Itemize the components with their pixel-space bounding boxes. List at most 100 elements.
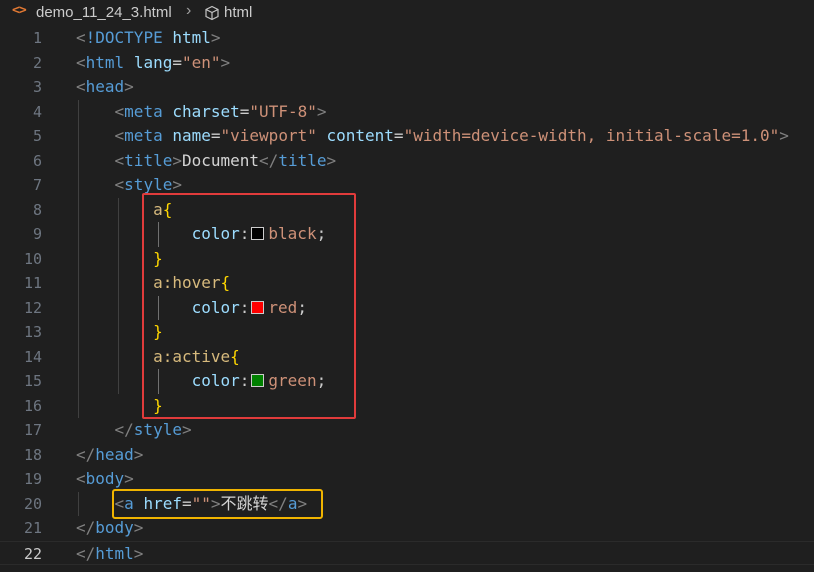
code-token: <: [76, 469, 86, 488]
code-token: lang: [133, 52, 173, 72]
code-token: name: [172, 126, 211, 145]
line-number: 15: [23, 372, 42, 390]
code-text: <meta name="viewport" content="width=dev…: [76, 124, 789, 149]
code-line[interactable]: 10 }: [0, 247, 814, 272]
code-token: html: [95, 543, 134, 563]
line-number: 17: [23, 421, 42, 439]
breadcrumb-file[interactable]: demo_11_24_3.html: [36, 4, 172, 21]
indent-guide: [78, 99, 79, 418]
code-token: meta: [124, 101, 163, 121]
code-text: <title>Document</title>: [76, 149, 337, 174]
line-number: 21: [23, 519, 42, 537]
code-line[interactable]: 9 color: black;: [0, 222, 814, 247]
code-token: title: [124, 150, 173, 170]
code-token: style: [133, 420, 182, 439]
code-text: <html lang="en">: [76, 51, 230, 76]
code-text: </head>: [76, 443, 143, 468]
code-line[interactable]: 21 </body>: [0, 516, 814, 541]
code-token: "viewport": [220, 126, 317, 145]
code-token: <: [76, 28, 86, 47]
code-token: >: [326, 150, 337, 170]
line-number: 2: [32, 53, 42, 72]
code-line[interactable]: 18 </head>: [0, 443, 814, 468]
code-line[interactable]: 4 <meta charset="UTF-8">: [0, 100, 814, 125]
code-line[interactable]: 2 <html lang="en">: [0, 51, 814, 76]
code-token: "en": [181, 52, 221, 72]
code-line[interactable]: 14 a:active{: [0, 345, 814, 370]
indent-guide: [118, 197, 119, 394]
code-token: </: [76, 518, 96, 537]
line-number: 18: [23, 445, 42, 464]
code-token: body: [95, 518, 134, 537]
code-token: </: [114, 420, 134, 439]
code-token: style: [124, 175, 173, 194]
code-line[interactable]: 3 <head>: [0, 75, 814, 100]
code-token: =: [210, 126, 221, 145]
code-line[interactable]: 11 a:hover{: [0, 271, 814, 296]
indent-guide: [78, 491, 79, 516]
code-line[interactable]: 8 a{: [0, 198, 814, 223]
code-token: =: [239, 101, 250, 121]
breadcrumb-element[interactable]: html: [224, 4, 252, 21]
code-line[interactable]: 1 <!DOCTYPE html>: [0, 26, 814, 51]
code-line[interactable]: 12 color: red;: [0, 296, 814, 321]
code-text: <head>: [76, 75, 134, 100]
code-token: >: [133, 518, 144, 537]
code-token: <: [76, 77, 86, 96]
code-line[interactable]: 6 <title>Document</title>: [0, 149, 814, 174]
code-token: <: [114, 150, 125, 170]
line-number: 6: [32, 151, 42, 170]
code-text: <!DOCTYPE html>: [76, 26, 221, 51]
code-line[interactable]: 5 <meta name="viewport" content="width=d…: [0, 124, 814, 149]
code-token: html: [172, 28, 211, 47]
code-text: <meta charset="UTF-8">: [76, 100, 327, 125]
line-number: 11: [23, 274, 42, 292]
code-text: </html>: [76, 542, 143, 567]
line-number: 8: [32, 200, 42, 219]
html-file-icon: <>: [12, 3, 27, 18]
code-token: >: [779, 126, 789, 145]
code-line[interactable]: 19 <body>: [0, 467, 814, 492]
code-token: body: [85, 469, 125, 488]
code-token: >: [220, 52, 231, 72]
line-number: 14: [23, 347, 42, 366]
breadcrumb: <> demo_11_24_3.html › html: [0, 0, 814, 26]
line-number: 5: [32, 127, 42, 145]
code-token: content: [326, 126, 394, 145]
code-token: charset: [172, 101, 240, 121]
line-number: 16: [23, 396, 42, 415]
line-number: 7: [32, 176, 42, 194]
code-token: meta: [124, 126, 163, 145]
line-number: 13: [23, 323, 42, 341]
code-token: >: [133, 543, 144, 563]
code-token: </: [76, 543, 96, 563]
annotation-box-anchor-tag: [112, 489, 323, 519]
code-line[interactable]: 16 }: [0, 394, 814, 419]
line-number: 9: [32, 225, 42, 243]
code-token: </: [259, 150, 279, 170]
code-text: </body>: [76, 516, 143, 541]
code-line[interactable]: 22 </html>: [0, 540, 814, 567]
code-token: >: [210, 28, 221, 47]
code-line[interactable]: 17 </style>: [0, 418, 814, 443]
code-token: >: [124, 77, 134, 96]
code-token: title: [278, 150, 327, 170]
line-number: 3: [32, 78, 42, 96]
code-text: </style>: [76, 418, 192, 443]
code-line[interactable]: 15 color: green;: [0, 369, 814, 394]
code-token: >: [124, 469, 134, 488]
code-token: =: [393, 126, 404, 145]
code-line[interactable]: 7 <style>: [0, 173, 814, 198]
code-text: <body>: [76, 467, 134, 492]
annotation-box-css-rules: [142, 193, 356, 419]
code-line[interactable]: 13 }: [0, 320, 814, 345]
cube-icon: [205, 5, 219, 21]
code-token: <: [114, 101, 125, 121]
